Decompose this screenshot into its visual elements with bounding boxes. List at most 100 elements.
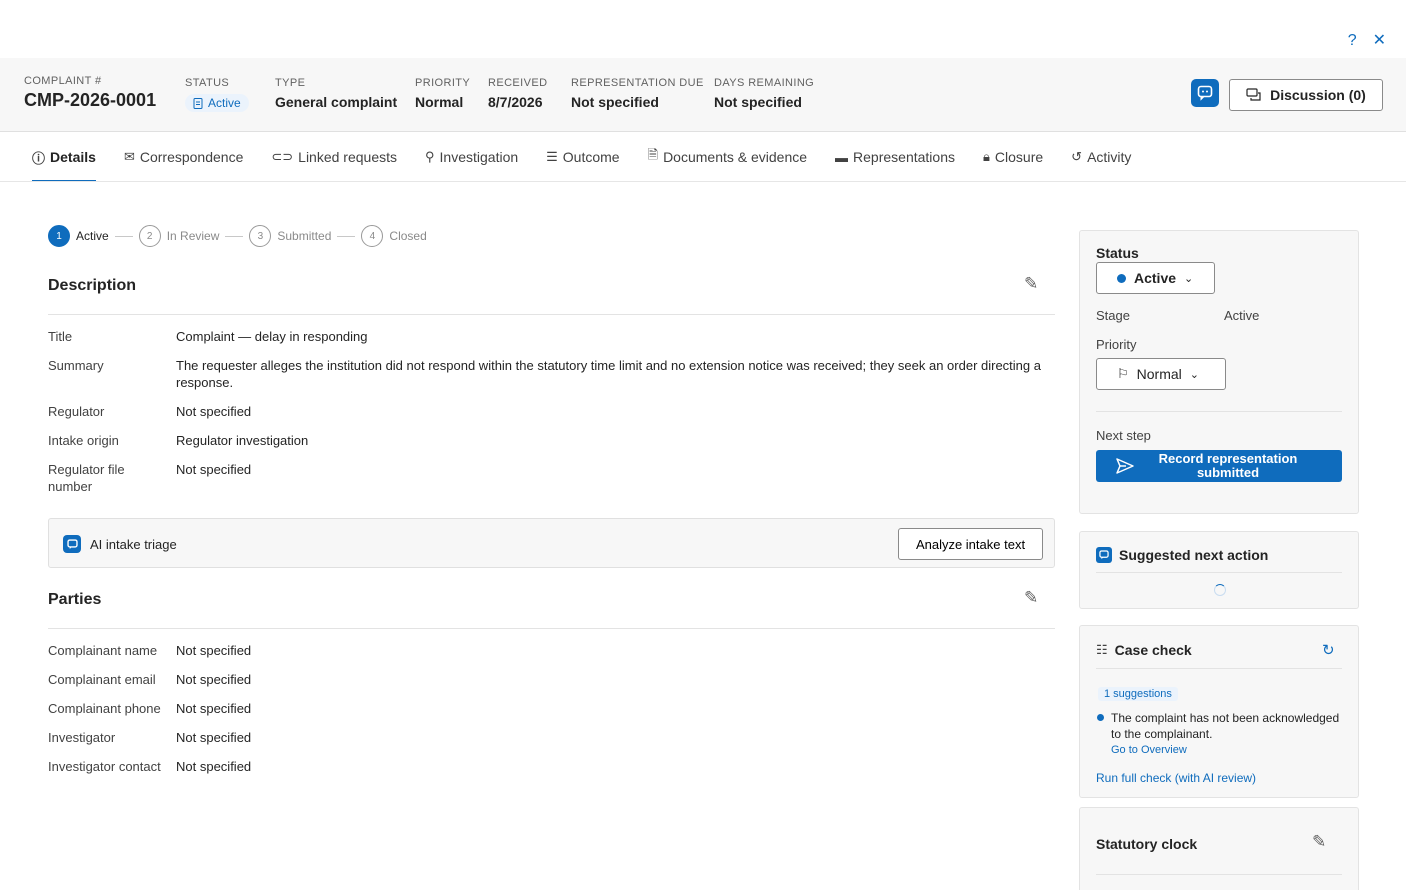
- description-divider: [48, 314, 1055, 315]
- analyze-intake-text-button[interactable]: Analyze intake text: [898, 528, 1043, 560]
- field-value: Not specified: [176, 643, 252, 658]
- edit-description-icon[interactable]: ✎: [1024, 274, 1038, 294]
- go-to-overview-link[interactable]: Go to Overview: [1111, 744, 1187, 756]
- tab-label: Outcome: [562, 149, 620, 165]
- field-row-regulator: Regulator Not specified: [48, 403, 1055, 420]
- field-value: Not specified: [176, 701, 252, 716]
- priority-value: Normal: [415, 94, 464, 110]
- description-heading: Description: [48, 277, 137, 294]
- tab-divider: [0, 181, 1406, 182]
- field-value: Not specified: [176, 730, 252, 745]
- step-number: 3: [249, 225, 272, 247]
- suggested-header: Suggested next action: [1096, 547, 1268, 563]
- refresh-icon[interactable]: ↻: [1322, 641, 1335, 659]
- received-field: RECEIVED 8/7/2026: [488, 77, 547, 110]
- tab-representations[interactable]: ▬ Representations: [827, 134, 963, 180]
- ai-chat-icon: [63, 535, 81, 553]
- field-value: Not specified: [176, 672, 252, 687]
- field-value: Regulator investigation: [176, 433, 309, 448]
- tab-linked-requests[interactable]: ⊂⊃ Linked requests: [263, 134, 405, 180]
- field-row-complainant-name: Complainant name Not specified: [48, 642, 1055, 659]
- priority-field: PRIORITY Normal: [415, 77, 470, 110]
- field-row-complainant-phone: Complainant phone Not specified: [48, 700, 1055, 717]
- flag-icon: ⚐: [1117, 366, 1129, 381]
- tab-documents-evidence[interactable]: 🗎 Documents & evidence: [640, 134, 815, 180]
- type-label: TYPE: [275, 77, 306, 89]
- parties-heading: Parties: [48, 591, 102, 608]
- step-number: 2: [138, 225, 161, 247]
- field-label: Investigator: [48, 730, 116, 745]
- question-icon[interactable]: ?: [1348, 32, 1357, 50]
- parties-divider: [48, 628, 1055, 629]
- suggested-heading: Suggested next action: [1119, 547, 1269, 563]
- history-icon: ↺: [1071, 149, 1083, 164]
- priority-card-label: Priority: [1096, 337, 1137, 352]
- record-header: COMPLAINT # CMP-2026-0001 STATUS Active …: [0, 58, 1406, 132]
- status-label: STATUS: [185, 77, 230, 89]
- step-number: 4: [361, 225, 384, 247]
- step-in-review[interactable]: 2 In Review: [138, 225, 219, 247]
- step-active[interactable]: 1 Active: [48, 225, 109, 247]
- mail-icon: ✉: [123, 149, 135, 164]
- stage-stepper: 1 Active 2 In Review 3 Submitted 4 Close…: [48, 225, 427, 247]
- tab-investigation[interactable]: ⚲ Investigation: [417, 134, 526, 180]
- bullet-dot-icon: [1097, 714, 1104, 721]
- step-submitted[interactable]: 3 Submitted: [249, 225, 331, 247]
- stage-value: Active: [1224, 308, 1260, 323]
- step-number: 1: [48, 225, 70, 247]
- suggested-divider: [1096, 572, 1342, 573]
- statutory-divider: [1096, 874, 1342, 875]
- representations-icon: ▬: [835, 149, 849, 165]
- field-row-summary: Summary The requester alleges the instit…: [48, 357, 1055, 391]
- chevron-down-icon: ⌄: [1184, 272, 1194, 285]
- received-label: RECEIVED: [488, 77, 548, 89]
- ai-intake-triage-panel: AI intake triage Analyze intake text: [48, 518, 1055, 568]
- next-step-label: Next step: [1096, 428, 1151, 443]
- field-value: Not specified: [176, 462, 252, 477]
- edit-parties-icon[interactable]: ✎: [1024, 588, 1038, 608]
- loading-spinner-icon: [1214, 584, 1226, 596]
- step-closed[interactable]: 4 Closed: [361, 225, 427, 247]
- priority-dropdown[interactable]: ⚐ Normal ⌄: [1096, 358, 1226, 390]
- tab-correspondence[interactable]: ✉ Correspondence: [116, 134, 251, 180]
- field-value: Not specified: [176, 759, 252, 774]
- status-card: Status Active ⌄ Stage Active Priority ⚐ …: [1079, 230, 1359, 514]
- days-remaining-field: DAYS REMAINING Not specified: [714, 77, 814, 110]
- status-field: STATUS Active: [185, 77, 249, 112]
- field-label: Investigator contact: [48, 759, 161, 774]
- representation-due-label: REPRESENTATION DUE: [571, 77, 704, 89]
- tab-closure[interactable]: 🔒︎ Closure: [975, 134, 1051, 180]
- tab-details[interactable]: ⓘ Details: [24, 134, 104, 182]
- field-row-regulator-file-number: Regulator file number Not specified: [48, 461, 1055, 495]
- field-value: The requester alleges the institution di…: [176, 358, 1041, 390]
- discussion-button[interactable]: Discussion (0): [1229, 79, 1383, 111]
- discussion-label: Discussion (0): [1270, 87, 1366, 103]
- field-label: Regulator: [48, 404, 105, 419]
- statutory-clock-heading: Statutory clock: [1096, 836, 1198, 852]
- copilot-button[interactable]: [1191, 79, 1219, 107]
- field-label: Title: [48, 329, 73, 344]
- field-row-title: Title Complaint — delay in responding: [48, 328, 1055, 345]
- edit-statutory-clock-icon[interactable]: ✎: [1312, 832, 1326, 852]
- run-full-check-link[interactable]: Run full check (with AI review): [1096, 771, 1256, 785]
- complaint-number: CMP-2026-0001: [24, 90, 157, 110]
- link-icon: ⊂⊃: [271, 149, 294, 164]
- step-connector: [114, 235, 133, 237]
- tab-label: Documents & evidence: [663, 149, 808, 165]
- tab-activity[interactable]: ↺ Activity: [1063, 134, 1139, 180]
- tab-label: Activity: [1087, 149, 1132, 165]
- record-representation-submitted-button[interactable]: Record representation submitted: [1096, 450, 1342, 482]
- close-icon[interactable]: ✕: [1373, 32, 1386, 50]
- type-field: TYPE General complaint: [275, 77, 397, 110]
- complaint-number-field: COMPLAINT # CMP-2026-0001: [24, 75, 156, 111]
- received-value: 8/7/2026: [488, 94, 543, 110]
- step-label: Active: [76, 229, 109, 243]
- statutory-clock-card: Statutory clock ✎: [1079, 807, 1359, 890]
- tab-label: Investigation: [439, 149, 519, 165]
- field-value: Complaint — delay in responding: [176, 329, 368, 344]
- status-card-divider: [1096, 411, 1342, 412]
- status-dropdown[interactable]: Active ⌄: [1096, 262, 1215, 294]
- tab-label: Correspondence: [139, 149, 244, 165]
- lock-icon: 🔒︎: [982, 149, 990, 164]
- tab-outcome[interactable]: ☰ Outcome: [538, 134, 627, 180]
